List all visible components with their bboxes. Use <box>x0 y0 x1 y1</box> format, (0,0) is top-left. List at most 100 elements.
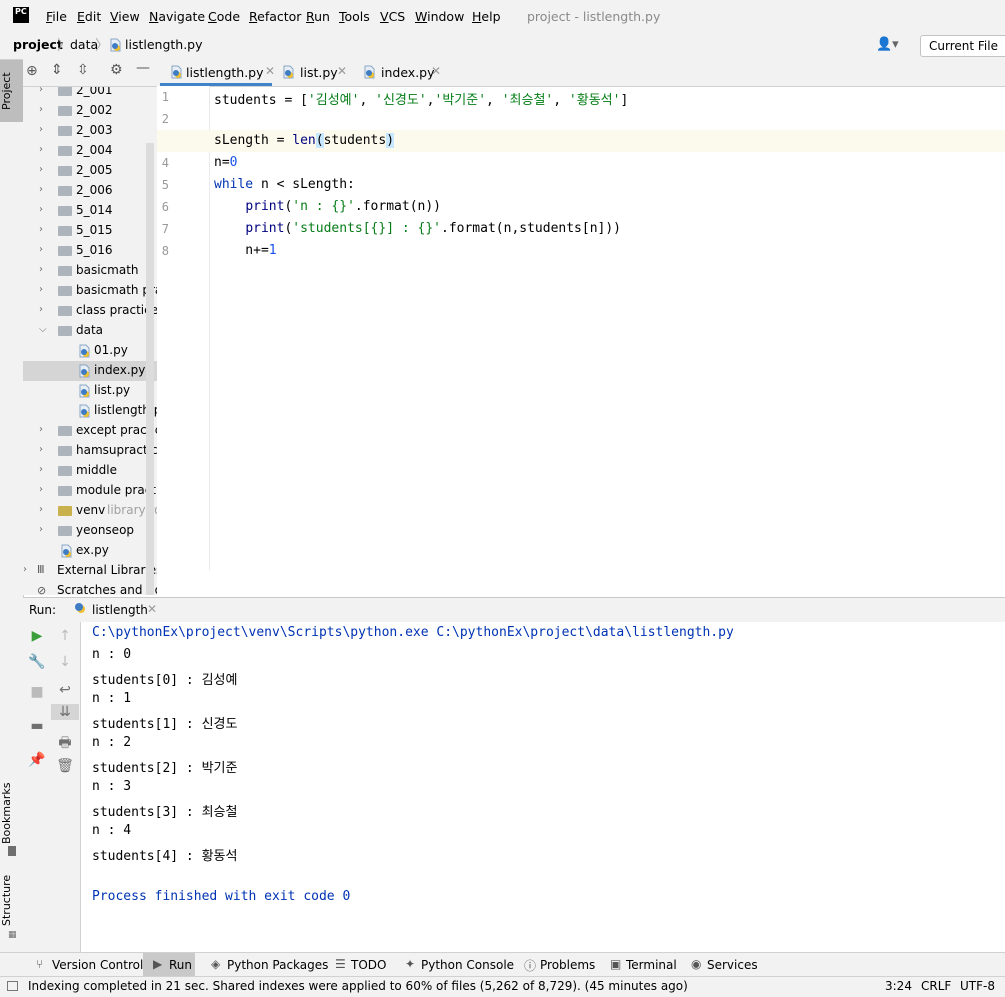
close-run-tab-icon[interactable]: ✕ <box>147 602 157 616</box>
tree-item[interactable]: › basicmath <box>23 261 157 281</box>
editor-tab-index[interactable]: index.py ✕ <box>363 59 453 86</box>
hide-panel-icon[interactable]: — <box>136 60 150 76</box>
expand-all-icon[interactable]: ⇕ <box>51 62 63 78</box>
chevron-right-icon[interactable]: › <box>39 244 49 255</box>
editor-tab-list[interactable]: list.py ✕ <box>282 59 362 86</box>
editor-tab-listlength[interactable]: listlength.py ✕ <box>167 59 279 86</box>
tool-tab-python-packages[interactable]: ◈ Python Packages <box>211 953 328 977</box>
chevron-right-icon[interactable]: › <box>39 504 49 515</box>
status-toggle-icon[interactable] <box>7 981 18 991</box>
menu-run[interactable]: Run <box>306 9 330 24</box>
menu-tools[interactable]: Tools <box>339 9 370 24</box>
tree-item[interactable]: › 5_015 <box>23 221 157 241</box>
tree-item[interactable]: 01.py <box>23 341 157 361</box>
chevron-right-icon[interactable]: › <box>39 104 49 115</box>
menu-navigate[interactable]: Navigate <box>149 9 205 24</box>
tool-tab-terminal[interactable]: ▣ Terminal <box>610 953 680 977</box>
chevron-right-icon[interactable]: › <box>39 524 49 535</box>
chevron-right-icon[interactable]: › <box>39 464 49 475</box>
close-tab-icon[interactable]: ✕ <box>265 64 275 78</box>
chevron-right-icon[interactable]: › <box>23 564 33 575</box>
tool-tab-problems[interactable]: ⓘ Problems <box>524 953 599 977</box>
menu-view[interactable]: View <box>110 9 140 24</box>
tool-tab-structure[interactable]: Structure <box>0 875 23 926</box>
tree-item[interactable]: › middle <box>23 461 157 481</box>
gear-icon[interactable]: ⚙ <box>110 62 123 78</box>
close-tab-icon[interactable]: ✕ <box>431 64 441 78</box>
menu-help[interactable]: Help <box>472 9 501 24</box>
collapse-all-icon[interactable]: ⇳ <box>77 62 89 78</box>
tree-item[interactable]: › 2_006 <box>23 181 157 201</box>
tool-tab-run[interactable]: ▶ Run <box>153 953 195 977</box>
menu-vcs[interactable]: VCS <box>380 9 405 24</box>
chevron-right-icon[interactable]: › <box>39 284 49 295</box>
tree-item[interactable]: › 2_002 <box>23 101 157 121</box>
tree-item[interactable]: › module practic <box>23 481 157 501</box>
tree-item[interactable]: › 2_005 <box>23 161 157 181</box>
tree-item[interactable]: › venv library ro <box>23 501 157 521</box>
tree-item[interactable]: › 5_014 <box>23 201 157 221</box>
chevron-right-icon[interactable]: › <box>39 87 49 95</box>
tool-tab-version-control[interactable]: ⑂ Version Control <box>36 953 143 977</box>
wrench-icon[interactable]: 🔧 <box>23 654 51 670</box>
project-tree-scrollbar[interactable] <box>146 143 154 595</box>
scroll-to-end-icon[interactable]: ⇊ <box>51 704 79 720</box>
tree-item[interactable]: ⊘ Scratches and Con <box>23 581 157 595</box>
tool-tab-todo[interactable]: ☰ TODO <box>335 953 390 977</box>
tree-item[interactable]: › basicmath prac <box>23 281 157 301</box>
tree-item[interactable]: › yeonseop <box>23 521 157 541</box>
menu-code[interactable]: Code <box>208 9 240 24</box>
breadcrumb-project[interactable]: project <box>13 37 63 52</box>
tree-item[interactable]: › hamsupractice <box>23 441 157 461</box>
arrow-down-icon[interactable]: ↓ <box>51 654 79 670</box>
chevron-right-icon[interactable]: › <box>39 164 49 175</box>
tool-tab-project[interactable]: Project <box>0 60 23 122</box>
stop-icon[interactable]: ■ <box>23 684 51 700</box>
chevron-right-icon[interactable]: › <box>39 184 49 195</box>
breadcrumb-data[interactable]: data <box>70 37 98 52</box>
tree-item[interactable]: › 2_003 <box>23 121 157 141</box>
breadcrumb-file[interactable]: listlength.py <box>125 37 203 52</box>
tool-tab-python-console[interactable]: ✦ Python Console <box>405 953 514 977</box>
run-config-tab[interactable]: listlength <box>92 603 148 617</box>
chevron-right-icon[interactable]: › <box>39 424 49 435</box>
run-config-selector[interactable]: Current File <box>920 35 1005 57</box>
tree-item[interactable]: › except practice <box>23 421 157 441</box>
tool-tab-services[interactable]: ◉ Services <box>691 953 761 977</box>
run-console[interactable]: C:\pythonEx\project\venv\Scripts\python.… <box>81 622 1005 952</box>
arrow-up-icon[interactable]: ↑ <box>51 628 79 644</box>
user-icon[interactable]: 👤▾ <box>876 37 899 52</box>
chevron-right-icon[interactable]: › <box>39 144 49 155</box>
tree-item[interactable]: listlength.py <box>23 401 157 421</box>
chevron-right-icon[interactable]: › <box>39 304 49 315</box>
file-encoding[interactable]: UTF-8 <box>960 979 995 993</box>
rerun-icon[interactable]: ▶ <box>23 628 51 644</box>
menu-refactor[interactable]: Refactor <box>249 9 301 24</box>
menu-window[interactable]: Window <box>415 9 464 24</box>
chevron-right-icon[interactable]: › <box>39 484 49 495</box>
print-icon[interactable]: 🖶 <box>51 732 79 756</box>
tree-item[interactable]: › 2_001 <box>23 87 157 101</box>
chevron-right-icon[interactable]: › <box>39 444 49 455</box>
menu-file[interactable]: File <box>46 9 67 24</box>
chevron-right-icon[interactable]: › <box>39 204 49 215</box>
chevron-down-icon[interactable]: ⌵ <box>39 324 49 335</box>
tree-item[interactable]: ex.py <box>23 541 157 561</box>
code-editor[interactable]: students = ['김성예', '신경도','박기준', '최승철', '… <box>210 86 1005 570</box>
soft-wrap-icon[interactable]: ↩ <box>51 682 79 698</box>
chevron-right-icon[interactable]: › <box>39 224 49 235</box>
tree-item[interactable]: › class practice <box>23 301 157 321</box>
tree-item[interactable]: › Ⅲ External Libraries <box>23 561 157 581</box>
layout-icon[interactable]: ▬ <box>23 718 51 734</box>
tree-item[interactable]: › 2_004 <box>23 141 157 161</box>
tree-item[interactable]: index.py <box>23 361 157 381</box>
menu-edit[interactable]: Edit <box>77 9 101 24</box>
locate-icon[interactable]: ⊕ <box>26 63 38 79</box>
tool-tab-bookmarks[interactable]: Bookmarks <box>0 782 23 844</box>
chevron-right-icon[interactable]: › <box>39 264 49 275</box>
pin-icon[interactable]: 📌 <box>23 752 51 768</box>
tree-item[interactable]: ⌵ data <box>23 321 157 341</box>
line-separator[interactable]: CRLF <box>921 979 951 993</box>
caret-position[interactable]: 3:24 <box>885 979 912 993</box>
close-tab-icon[interactable]: ✕ <box>337 64 347 78</box>
